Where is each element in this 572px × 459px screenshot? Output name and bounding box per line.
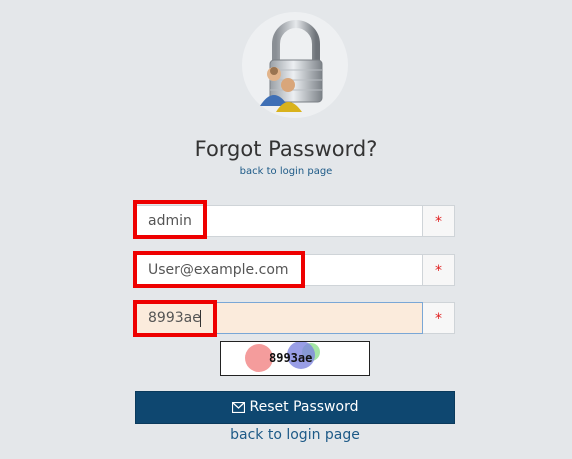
back-to-login-link-top[interactable]: back to login page <box>0 166 572 177</box>
username-required-marker: * <box>423 205 455 237</box>
username-field[interactable] <box>135 205 423 237</box>
lock-users-avatar <box>242 12 348 118</box>
reset-password-label: Reset Password <box>249 399 359 415</box>
padlock-users-icon <box>260 20 323 112</box>
text-cursor <box>200 310 201 327</box>
page-title: Forgot Password? <box>194 137 378 161</box>
envelope-icon <box>231 394 245 425</box>
reset-password-button[interactable]: Reset Password <box>135 391 455 424</box>
captcha-field[interactable] <box>135 302 423 334</box>
captcha-required-marker: * <box>423 302 455 334</box>
captcha-text: 8993ae <box>269 351 313 365</box>
captcha-image: 8993ae <box>220 341 370 376</box>
email-field[interactable] <box>135 254 423 286</box>
back-to-login-link[interactable]: back to login page <box>0 427 572 443</box>
email-required-marker: * <box>423 254 455 286</box>
